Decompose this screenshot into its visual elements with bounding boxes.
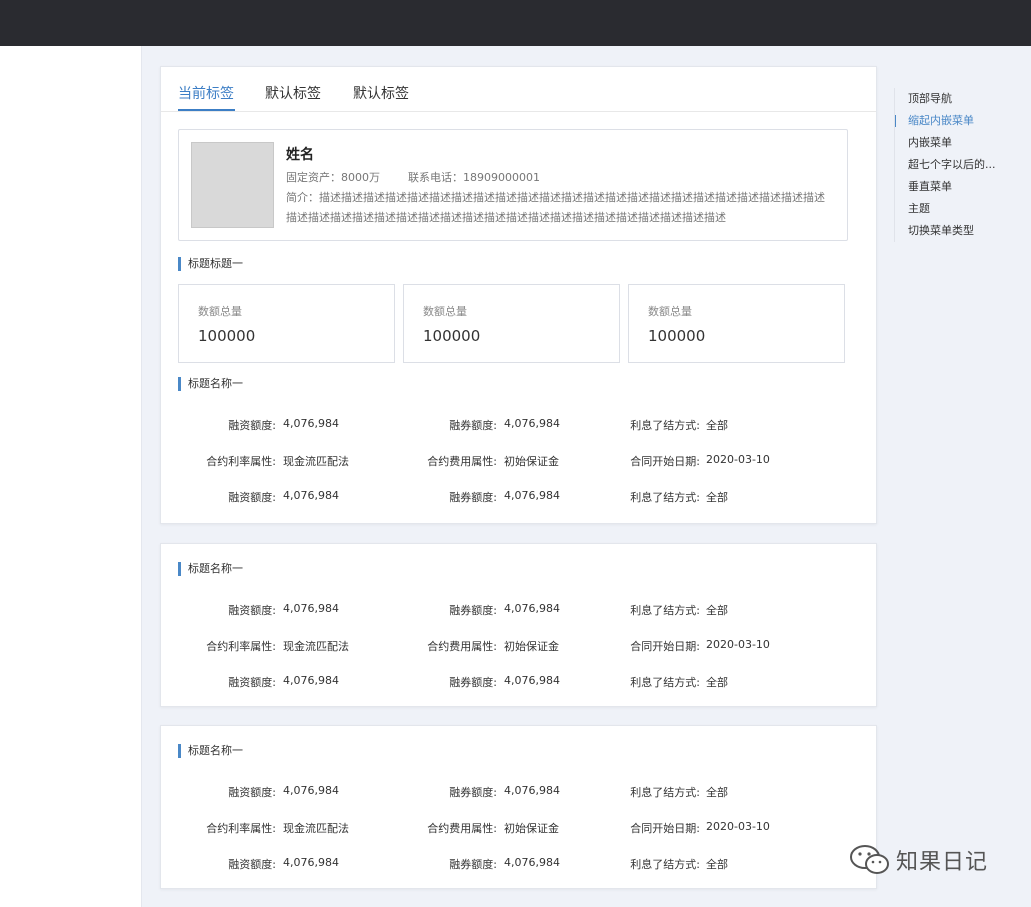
detail-key: 合同开始日期: [630,640,700,653]
detail-value: 全部 [706,491,728,504]
stat-value: 100000 [198,327,256,345]
detail-value: 2020-03-10 [706,820,770,833]
stat-box-2: 数额总量 100000 [403,284,620,363]
contact-phone: 联系电话：18909000001 [408,171,540,184]
tab-default-2[interactable]: 默认标签 [353,83,409,103]
info-card-3: 标题名称一 融资额度: 4,076,984 融券额度: 4,076,984 利息了结方式… [160,725,877,889]
watermark: 知果日记 [848,842,1018,882]
tab-default-1[interactable]: 默认标签 [265,83,321,103]
stat-label: 数额总量 [198,305,242,318]
anchor-item-switch-menu-type[interactable]: 切换菜单类型 [895,220,1024,242]
profile-name: 姓名 [286,147,314,163]
anchor-item-theme[interactable]: 主题 [895,198,1024,220]
detail-value: 全部 [706,858,728,871]
detail-key: 合同开始日期: [630,822,700,835]
wechat-icon [850,845,889,874]
detail-value: 全部 [706,786,728,799]
detail-key: 利息了结方式: [630,419,700,432]
stat-box-1: 数额总量 100000 [178,284,395,363]
anchor-item-inline-menu[interactable]: 内嵌菜单 [895,132,1024,154]
section-title-details: 标题名称一 [178,377,243,391]
section-title-details: 标题名称一 [178,744,243,758]
detail-key: 利息了结方式: [630,676,700,689]
anchor-navigation: 顶部导航 缩起内嵌菜单 内嵌菜单 超七个字以后的... 垂直菜单 主题 切换菜单… [894,88,1024,242]
left-sidebar [0,46,142,907]
stat-label: 数额总量 [648,305,692,318]
fixed-assets: 固定资产：8000万 [286,171,380,184]
detail-value: 全部 [706,676,728,689]
anchor-item-collapsed-inline[interactable]: 缩起内嵌菜单 [895,110,1024,132]
detail-value: 全部 [706,604,728,617]
active-tab-indicator [178,109,235,111]
detail-value: 2020-03-10 [706,638,770,651]
watermark-text: 知果日记 [896,850,989,875]
detail-key: 利息了结方式: [630,491,700,504]
detail-value: 全部 [706,419,728,432]
top-navigation-bar [0,0,1031,46]
anchor-item-top-nav[interactable]: 顶部导航 [895,88,1024,110]
profile-description: 简介：描述描述描述描述描述描述描述描述描述描述描述描述描述描述描述描述描述描述描… [286,191,825,224]
info-card-2: 标题名称一 融资额度: 4,076,984 融券额度: 4,076,984 利息了结方式… [160,543,877,707]
section-title-details: 标题名称一 [178,562,243,576]
avatar-placeholder [191,142,274,228]
anchor-item-long-text[interactable]: 超七个字以后的... [895,154,1024,176]
detail-key: 利息了结方式: [630,858,700,871]
info-card-main: 当前标签 默认标签 默认标签 姓名 固定资产：8000万 联系电话：1890900… [160,66,877,524]
tab-bar: 当前标签 默认标签 默认标签 [161,67,876,112]
profile-card: 姓名 固定资产：8000万 联系电话：18909000001 简介：描述描述描述描… [178,129,848,241]
stat-value: 100000 [423,327,481,345]
detail-value: 2020-03-10 [706,453,770,466]
detail-key: 合同开始日期: [630,455,700,468]
stat-box-3: 数额总量 100000 [628,284,845,363]
profile-meta: 固定资产：8000万 联系电话：18909000001 [286,169,540,185]
stat-label: 数额总量 [423,305,467,318]
detail-key: 利息了结方式: [630,604,700,617]
detail-key: 利息了结方式: [630,786,700,799]
tab-current[interactable]: 当前标签 [178,83,234,103]
anchor-item-vertical-menu[interactable]: 垂直菜单 [895,176,1024,198]
section-title-stats: 标题标题一 [178,257,243,271]
stat-value: 100000 [648,327,706,345]
